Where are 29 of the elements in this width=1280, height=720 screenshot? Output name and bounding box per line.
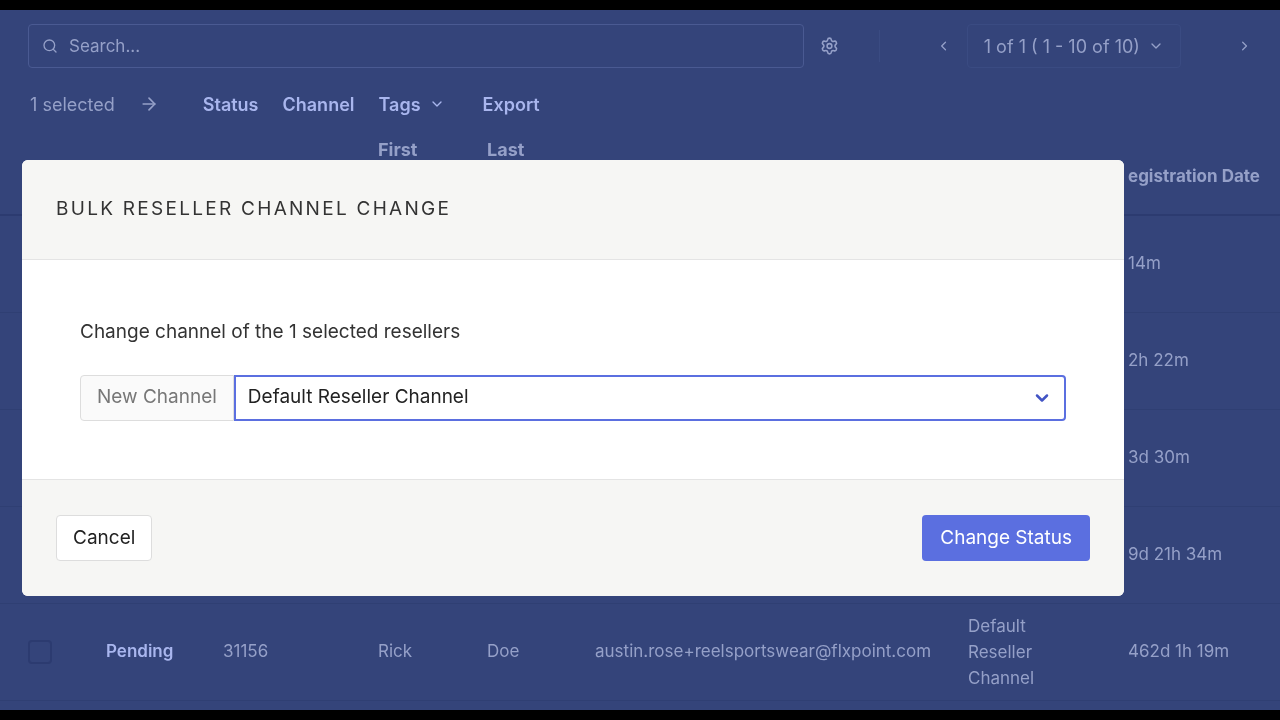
channel-select[interactable]: Default Reseller Channel (233, 374, 1066, 421)
table-cell-text: austin.rose+reelsportswear@flxpoint.com (595, 640, 933, 664)
table-cell-text: 3d 30m (1128, 446, 1191, 470)
table-cell-text: 9d 21h 34m (1128, 543, 1224, 567)
cancel-button[interactable]: Cancel (56, 515, 153, 561)
table-cell-text: Default Reseller Channel (968, 615, 1036, 690)
table-cell-text: Rick (378, 640, 414, 664)
table-cell-text: 14m (1128, 252, 1162, 276)
column-header: egistration Date (1128, 165, 1261, 189)
field-label: New Channel (80, 374, 234, 421)
modal-message: Change channel of the 1 selected resellers (80, 319, 462, 345)
change-status-button[interactable]: Change Status (922, 515, 1090, 561)
bulk-action-button[interactable]: Tags (378, 90, 445, 118)
table-cell-text: 31156 (223, 640, 270, 664)
modal-title: BULK RESELLER CHANNEL CHANGE (56, 196, 452, 223)
search-field[interactable]: Search... (28, 24, 804, 68)
column-header: First (378, 138, 419, 162)
table-cell-text: Doe (487, 640, 521, 664)
bulk-action-button[interactable]: Status (202, 90, 259, 118)
table-cell-text: 462d 1h 19m (1128, 640, 1231, 664)
table-cell-text: 2h 22m (1128, 349, 1190, 373)
bulk-action-button[interactable]: Channel (282, 90, 355, 118)
selection-count: 1 selected (30, 92, 115, 117)
pager-dropdown[interactable]: 1 of 1 ( 1 - 10 of 10) (966, 24, 1181, 68)
status-link[interactable]: Pending (106, 639, 223, 665)
settings-icon[interactable] (819, 36, 839, 56)
column-header: Last (487, 138, 526, 162)
search-icon (42, 38, 58, 54)
bulk-action-button[interactable]: Export (482, 90, 540, 118)
